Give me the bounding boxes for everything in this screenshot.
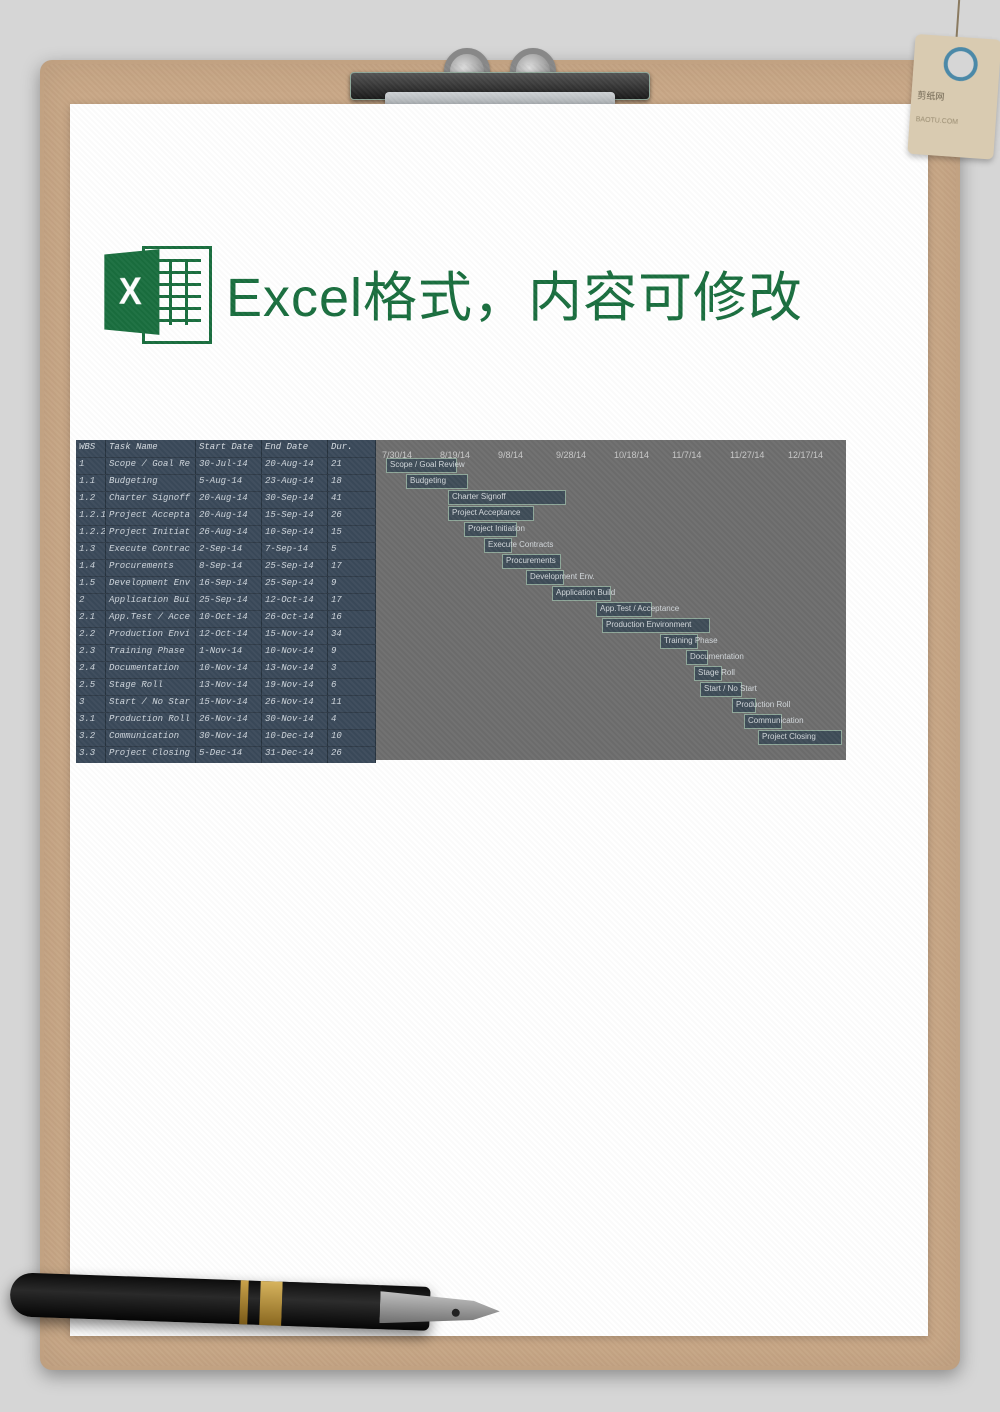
clipboard: X Excel格式，内容可修改 WBS Task Name Start Date… bbox=[40, 60, 960, 1370]
gantt-bar: Documentation bbox=[686, 650, 708, 665]
table-row: 3.3Project Closing5-Dec-1431-Dec-1426 bbox=[76, 746, 376, 763]
gantt-bar: Start / No Start bbox=[700, 682, 742, 697]
tag-text-top: 剪纸网 bbox=[917, 88, 945, 103]
gantt-bar: Budgeting bbox=[406, 474, 468, 489]
gantt-bar: Training Phase bbox=[660, 634, 698, 649]
gantt-bar: Procurements bbox=[502, 554, 561, 569]
table-row: 2.5Stage Roll13-Nov-1419-Nov-146 bbox=[76, 678, 376, 695]
gantt-bar: Project Initiation bbox=[464, 522, 517, 537]
col-start-date: Start Date bbox=[196, 440, 262, 457]
table-row: 1.2.1Project Accepta20-Aug-1415-Sep-1426 bbox=[76, 508, 376, 525]
gantt-bar: Application Build bbox=[552, 586, 611, 601]
gantt-bar: Project Acceptance bbox=[448, 506, 534, 521]
table-row: 1.1Budgeting5-Aug-1423-Aug-1418 bbox=[76, 474, 376, 491]
gantt-bar: Development Env. bbox=[526, 570, 564, 585]
table-row: 3.2Communication30-Nov-1410-Dec-1410 bbox=[76, 729, 376, 746]
col-end-date: End Date bbox=[262, 440, 328, 457]
table-row: 2.2Production Envi12-Oct-1415-Nov-1434 bbox=[76, 627, 376, 644]
gantt-bar: Execute Contracts bbox=[484, 538, 512, 553]
table-row: 3Start / No Star15-Nov-1426-Nov-1411 bbox=[76, 695, 376, 712]
task-rows: 1Scope / Goal Re30-Jul-1420-Aug-14211.1B… bbox=[76, 457, 376, 763]
timeline-tick: 9/8/14 bbox=[498, 450, 523, 460]
table-row: 1.2.2Project Initiat26-Aug-1410-Sep-1415 bbox=[76, 525, 376, 542]
gantt-bar: App.Test / Acceptance bbox=[596, 602, 652, 617]
gantt-chart: WBS Task Name Start Date End Date Dur. 7… bbox=[76, 440, 846, 760]
gantt-bar: Project Closing bbox=[758, 730, 842, 745]
table-row: 1Scope / Goal Re30-Jul-1420-Aug-1421 bbox=[76, 457, 376, 474]
gantt-bar: Production Environment bbox=[602, 618, 710, 633]
timeline-tick: 11/27/14 bbox=[730, 450, 764, 460]
timeline-tick: 12/17/14 bbox=[788, 450, 823, 460]
col-task-name: Task Name bbox=[106, 440, 196, 457]
gantt-bar: Production Roll bbox=[732, 698, 756, 713]
gantt-bar: Charter Signoff bbox=[448, 490, 566, 505]
table-row: 2.4Documentation10-Nov-1413-Nov-143 bbox=[76, 661, 376, 678]
paper: X Excel格式，内容可修改 WBS Task Name Start Date… bbox=[70, 104, 928, 1336]
table-row: 3.1Production Roll26-Nov-1430-Nov-144 bbox=[76, 712, 376, 729]
hang-tag: 剪纸网 BAOTU.COM bbox=[907, 0, 1000, 164]
timeline-tick: 10/18/14 bbox=[614, 450, 649, 460]
table-row: 1.3Execute Contrac2-Sep-147-Sep-145 bbox=[76, 542, 376, 559]
table-row: 2Application Bui25-Sep-1412-Oct-1417 bbox=[76, 593, 376, 610]
table-row: 1.2Charter Signoff20-Aug-1430-Sep-1441 bbox=[76, 491, 376, 508]
gantt-bar: Scope / Goal Review bbox=[386, 458, 457, 473]
gantt-bars: Scope / Goal ReviewBudgetingCharter Sign… bbox=[376, 474, 846, 760]
table-header: WBS Task Name Start Date End Date Dur. bbox=[76, 440, 376, 457]
page-title: Excel格式，内容可修改 bbox=[226, 253, 803, 332]
table-row: 1.5Development Env16-Sep-1425-Sep-149 bbox=[76, 576, 376, 593]
timeline-tick: 9/28/14 bbox=[556, 450, 586, 460]
col-wbs: WBS bbox=[76, 440, 106, 457]
gantt-bar: Stage Roll bbox=[694, 666, 722, 681]
col-duration: Dur. bbox=[328, 440, 376, 457]
table-row: 2.1App.Test / Acce10-Oct-1426-Oct-1416 bbox=[76, 610, 376, 627]
timeline-tick: 11/7/14 bbox=[672, 450, 701, 460]
table-row: 2.3Training Phase1-Nov-1410-Nov-149 bbox=[76, 644, 376, 661]
excel-icon: X bbox=[100, 242, 210, 342]
gantt-bar: Communication bbox=[744, 714, 782, 729]
table-row: 1.4Procurements8-Sep-1425-Sep-1417 bbox=[76, 559, 376, 576]
